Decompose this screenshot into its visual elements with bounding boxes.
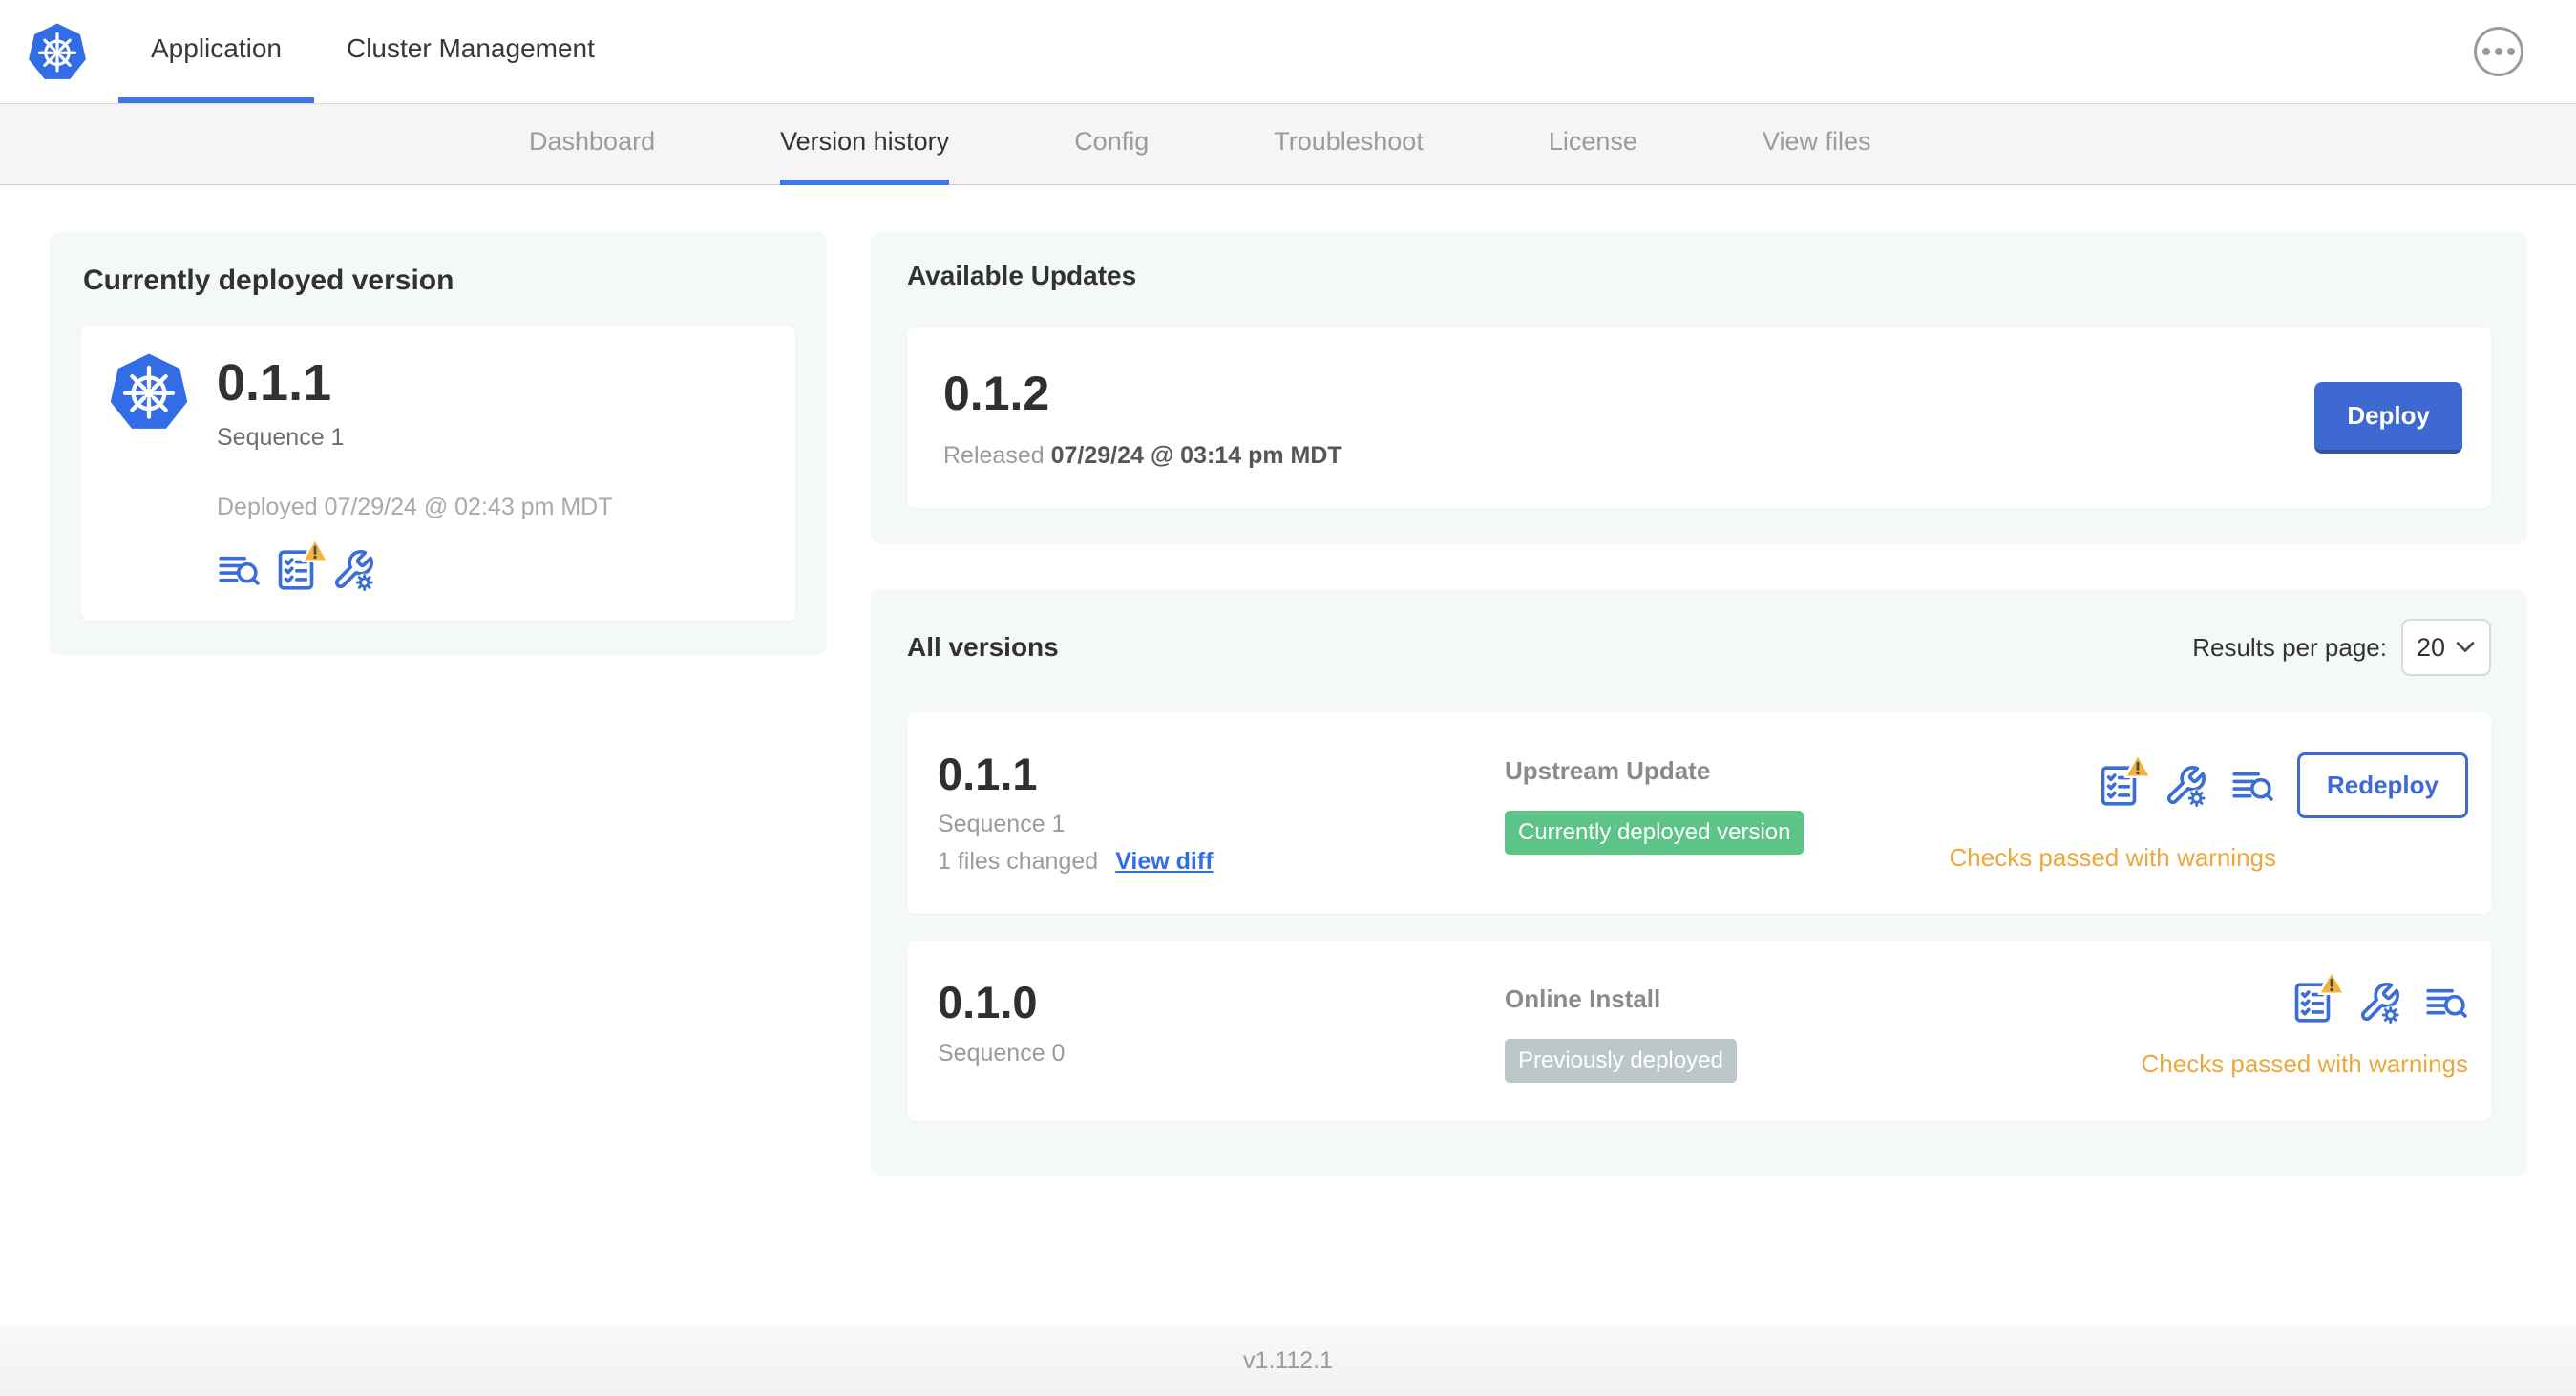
currently-deployed-title: Currently deployed version — [83, 264, 454, 296]
preflight-checks-icon[interactable] — [2291, 970, 2346, 1025]
status-badge: Previously deployed — [1505, 1039, 1737, 1084]
kubernetes-logo — [0, 0, 88, 103]
tab-view-files[interactable]: View files — [1763, 104, 1871, 185]
warning-triangle-icon — [301, 537, 329, 562]
currently-deployed-card: 0.1.1 Sequence 1 Deployed 07/29/24 @ 02:… — [81, 326, 795, 621]
config-values-icon[interactable] — [2164, 764, 2207, 808]
tab-application[interactable]: Application — [118, 0, 314, 103]
deploy-logs-icon[interactable] — [2424, 981, 2468, 1025]
version-row-0-1-1: 0.1.1 Sequence 1 1 files changed View di… — [907, 712, 2491, 915]
update-card: 0.1.2 Released 07/29/24 @ 03:14 pm MDT D… — [907, 328, 2491, 508]
app-icon-kubernetes — [108, 350, 190, 592]
results-per-page-value: 20 — [2417, 632, 2446, 662]
checks-status-link[interactable]: Checks passed with warnings — [1950, 843, 2277, 873]
all-versions-panel: All versions Results per page: 20 0.1.1 … — [871, 590, 2527, 1177]
checks-status-link[interactable]: Checks passed with warnings — [2142, 1049, 2469, 1079]
app-subnav: Dashboard Version history Config Trouble… — [0, 103, 2576, 185]
version-source-label: Online Install — [1505, 984, 1661, 1014]
version-source-label: Upstream Update — [1505, 756, 1711, 785]
tab-license[interactable]: License — [1549, 104, 1637, 185]
chevron-down-icon — [2456, 642, 2475, 652]
tab-cluster-management[interactable]: Cluster Management — [314, 0, 627, 103]
deployed-version-number: 0.1.1 — [217, 354, 332, 412]
preflight-checks-icon[interactable] — [2097, 752, 2152, 808]
deploy-logs-icon[interactable] — [217, 548, 261, 592]
tab-dashboard[interactable]: Dashboard — [529, 104, 655, 185]
available-updates-panel: Available Updates 0.1.2 Released 07/29/2… — [871, 232, 2527, 544]
currently-deployed-panel: Currently deployed version 0.1.1 Sequenc… — [50, 232, 827, 655]
config-values-icon[interactable] — [2357, 981, 2401, 1026]
preflight-checks-icon[interactable] — [274, 537, 329, 592]
view-diff-link[interactable]: View diff — [1115, 848, 1213, 876]
files-changed-label: 1 files changed — [938, 848, 1099, 876]
row-version-number: 0.1.1 — [938, 749, 1038, 799]
update-released-line: Released 07/29/24 @ 03:14 pm MDT — [943, 442, 1342, 469]
tab-troubleshoot[interactable]: Troubleshoot — [1274, 104, 1424, 185]
header-tabs: Application Cluster Management — [118, 0, 627, 103]
ellipsis-icon — [2482, 48, 2490, 55]
warning-triangle-icon — [2317, 970, 2346, 996]
deployed-timestamp: Deployed 07/29/24 @ 02:43 pm MDT — [217, 493, 613, 520]
row-sequence: Sequence 1 — [938, 811, 1066, 838]
version-row-0-1-0: 0.1.0 Sequence 0 Online Install Previous… — [907, 941, 2491, 1122]
redeploy-button[interactable]: Redeploy — [2296, 752, 2468, 818]
all-versions-title: All versions — [907, 632, 1059, 662]
deploy-button[interactable]: Deploy — [2314, 382, 2462, 454]
status-badge: Currently deployed version — [1505, 811, 1805, 855]
more-menu-button[interactable] — [2474, 27, 2523, 76]
deployed-sequence: Sequence 1 — [217, 423, 345, 451]
available-updates-title: Available Updates — [907, 261, 1137, 290]
row-sequence: Sequence 0 — [938, 1039, 1066, 1067]
warning-triangle-icon — [2123, 752, 2152, 778]
update-version-number: 0.1.2 — [943, 367, 1050, 420]
update-released-date: 07/29/24 @ 03:14 pm MDT — [1050, 442, 1342, 469]
main-content: Currently deployed version 0.1.1 Sequenc… — [0, 185, 2576, 1177]
tab-config[interactable]: Config — [1074, 104, 1149, 185]
results-per-page-select[interactable]: 20 — [2401, 619, 2491, 676]
footer-version: v1.112.1 — [0, 1325, 2576, 1396]
app-root: Application Cluster Management Dashboard… — [0, 0, 2576, 1396]
top-header: Application Cluster Management — [0, 0, 2576, 103]
results-per-page-label: Results per page: — [2192, 632, 2387, 662]
config-values-icon[interactable] — [331, 548, 375, 592]
row-version-number: 0.1.0 — [938, 977, 1038, 1028]
deploy-logs-icon[interactable] — [2230, 764, 2274, 808]
tab-version-history[interactable]: Version history — [780, 104, 950, 185]
